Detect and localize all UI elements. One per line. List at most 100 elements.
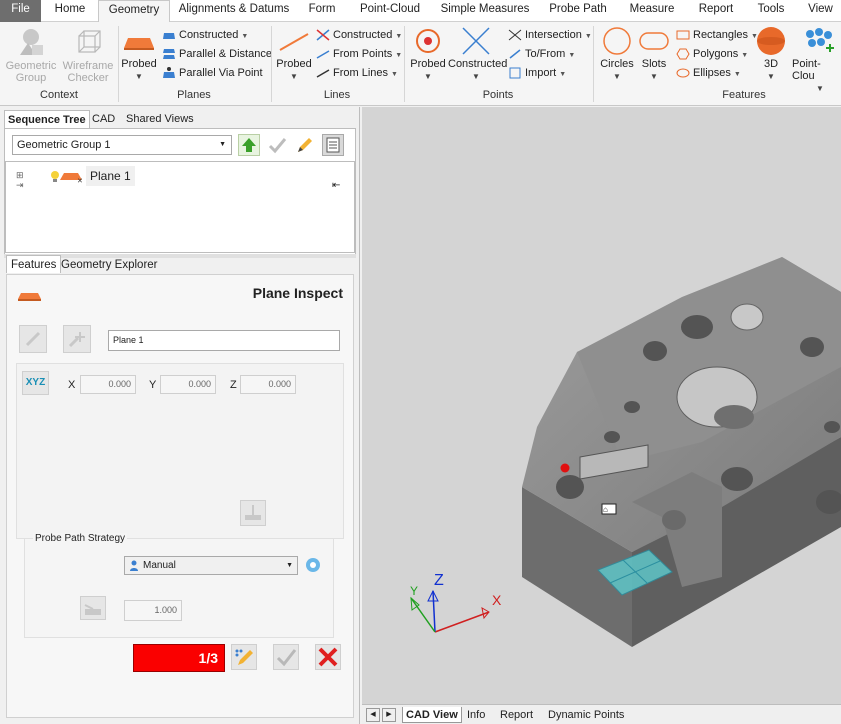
menu-report[interactable]: Report bbox=[690, 0, 742, 22]
parallel-plane-icon bbox=[163, 49, 175, 60]
parallel-via-point-button[interactable]: Parallel Via Point bbox=[162, 65, 263, 81]
chevron-down-icon: ▼ bbox=[219, 141, 226, 148]
z-input[interactable]: 0.000 bbox=[240, 375, 296, 394]
y-input[interactable]: 0.000 bbox=[160, 375, 216, 394]
menu-geometry[interactable]: Geometry bbox=[98, 0, 170, 23]
cad-view[interactable]: ⌂ X Z Y bbox=[362, 107, 841, 704]
cad-model[interactable]: ⌂ X Z Y bbox=[362, 107, 841, 704]
dropdown-arrow-icon: ▼ bbox=[733, 71, 741, 78]
list-view-button[interactable] bbox=[322, 134, 344, 156]
surface-vector-button[interactable] bbox=[240, 500, 266, 526]
lightbulb-icon[interactable] bbox=[50, 170, 60, 184]
move-up-button[interactable] bbox=[238, 134, 260, 156]
offset-button[interactable] bbox=[80, 596, 106, 620]
edit-points-button[interactable] bbox=[231, 644, 257, 670]
lines-constructed-button[interactable]: Constructed ▼ bbox=[316, 27, 402, 43]
menu-form[interactable]: Form bbox=[298, 0, 346, 22]
tab-geometry-explorer[interactable]: Geometry Explorer bbox=[61, 256, 158, 274]
rectangles-button[interactable]: Rectangles ▼ bbox=[676, 27, 758, 43]
xyz-button[interactable]: XYZ bbox=[22, 371, 49, 395]
dropdown-arrow-icon: ▼ bbox=[568, 52, 576, 59]
strategy-settings-button[interactable] bbox=[303, 555, 323, 575]
point-cloud-button[interactable]: Point-Clou ▼ bbox=[792, 26, 841, 95]
collapse-arrow-icon[interactable]: ⇤ bbox=[332, 180, 340, 191]
menu-view[interactable]: View bbox=[800, 0, 841, 22]
chevron-down-icon: ▼ bbox=[472, 72, 480, 81]
ok-button[interactable] bbox=[273, 644, 299, 670]
planes-constructed-button[interactable]: Constructed ▼ bbox=[162, 27, 248, 43]
offset-input[interactable]: 1.000 bbox=[124, 600, 182, 621]
cancel-button[interactable] bbox=[315, 644, 341, 670]
tab-cad[interactable]: CAD bbox=[92, 110, 115, 128]
dropdown-arrow-icon: ▼ bbox=[559, 71, 567, 78]
pencil-icon bbox=[25, 331, 41, 347]
from-lines-button[interactable]: From Lines ▼ bbox=[316, 65, 398, 81]
menu-alignments-datums[interactable]: Alignments & Datums bbox=[176, 0, 292, 22]
plane-point-icon bbox=[163, 67, 175, 79]
cad-tab-bar: ◀ ▶ CAD View Info Report Dynamic Points bbox=[362, 704, 841, 724]
line-from-lines-icon bbox=[316, 69, 330, 78]
3d-button[interactable]: 3D ▼ bbox=[752, 26, 790, 83]
z-label: Z bbox=[230, 379, 237, 391]
chevron-down-icon: ▼ bbox=[424, 72, 432, 81]
from-points-button[interactable]: From Points ▼ bbox=[316, 46, 402, 62]
feature-name-input[interactable]: Plane 1 bbox=[108, 330, 340, 351]
group-select[interactable]: Geometric Group 1 ▼ bbox=[12, 135, 232, 155]
left-panel: Sequence Tree CAD Shared Views Geometric… bbox=[0, 107, 360, 724]
scroll-right-button[interactable]: ▶ bbox=[382, 708, 396, 722]
to-from-button[interactable]: To/From ▼ bbox=[508, 46, 575, 62]
chevron-down-icon: ▼ bbox=[613, 72, 621, 81]
circles-button[interactable]: Circles ▼ bbox=[598, 26, 636, 83]
dropdown-arrow-icon: ▼ bbox=[391, 71, 398, 78]
red-x-icon bbox=[318, 647, 338, 667]
tab-sequence-tree[interactable]: Sequence Tree bbox=[4, 110, 90, 128]
circle-icon bbox=[603, 27, 631, 55]
parallel-distance-button[interactable]: Parallel & Distance bbox=[162, 46, 272, 62]
probe-add-icon bbox=[68, 332, 85, 348]
checkmark-icon bbox=[276, 649, 297, 667]
add-probe-button[interactable] bbox=[63, 325, 91, 353]
tab-dynamic-points[interactable]: Dynamic Points bbox=[548, 707, 624, 723]
menu-home[interactable]: Home bbox=[44, 0, 96, 22]
target-point-icon bbox=[416, 29, 440, 53]
y-label: Y bbox=[149, 379, 157, 391]
points-probed-button[interactable]: Probed ▼ bbox=[408, 26, 448, 83]
menu-simple-measures[interactable]: Simple Measures bbox=[434, 0, 536, 22]
plane-inspect-icon bbox=[18, 293, 41, 301]
axis-triad bbox=[410, 589, 490, 633]
planes-probed-button[interactable]: Probed ▼ bbox=[120, 26, 158, 83]
menu-probe-path[interactable]: Probe Path bbox=[542, 0, 614, 22]
menu-measure[interactable]: Measure bbox=[620, 0, 684, 22]
slots-button[interactable]: Slots ▼ bbox=[636, 26, 672, 83]
tab-report[interactable]: Report bbox=[500, 707, 533, 723]
tab-shared-views[interactable]: Shared Views bbox=[126, 110, 194, 128]
x-input[interactable]: 0.000 bbox=[80, 375, 136, 394]
points-constructed-button[interactable]: Constructed ▼ bbox=[448, 26, 507, 83]
list-icon bbox=[326, 137, 340, 153]
tree-item-plane-1[interactable]: Plane 1 bbox=[86, 166, 135, 186]
lines-probed-button[interactable]: Probed ▼ bbox=[274, 26, 314, 83]
intersection-button[interactable]: Intersection ▼ bbox=[508, 27, 592, 43]
intersection-icon bbox=[508, 29, 522, 41]
edit-name-button[interactable] bbox=[19, 325, 47, 353]
strategy-select[interactable]: Manual ▼ bbox=[124, 556, 298, 575]
y-axis-label: Y bbox=[410, 584, 418, 598]
z-axis-label: Z bbox=[434, 572, 444, 589]
edit-button[interactable] bbox=[294, 134, 316, 156]
x-axis-label: X bbox=[492, 592, 502, 608]
import-button[interactable]: Import ▼ bbox=[508, 65, 566, 81]
menu-point-cloud[interactable]: Point-Cloud bbox=[352, 0, 428, 22]
ellipse-icon bbox=[676, 68, 690, 78]
tab-features[interactable]: Features bbox=[6, 255, 62, 273]
menu-file[interactable]: File bbox=[0, 0, 41, 22]
dropdown-arrow-icon: ▼ bbox=[395, 52, 403, 59]
polygons-button[interactable]: Polygons ▼ bbox=[676, 46, 748, 62]
menu-tools[interactable]: Tools bbox=[748, 0, 794, 22]
x-label: X bbox=[68, 379, 76, 391]
dropdown-arrow-icon: ▼ bbox=[395, 33, 403, 40]
scroll-left-button[interactable]: ◀ bbox=[366, 708, 380, 722]
check-all-button[interactable] bbox=[266, 134, 288, 156]
tab-cad-view[interactable]: CAD View bbox=[402, 707, 462, 723]
ellipses-button[interactable]: Ellipses ▼ bbox=[676, 65, 741, 81]
tab-info[interactable]: Info bbox=[467, 707, 485, 723]
